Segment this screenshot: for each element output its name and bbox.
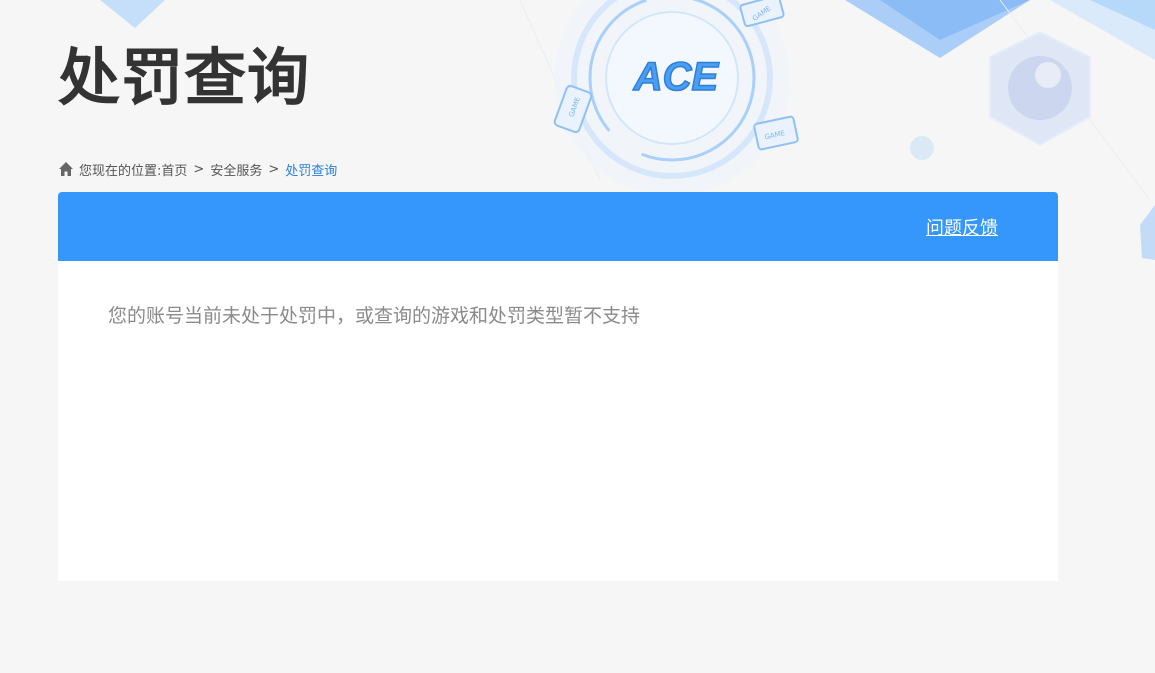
breadcrumb: 您现在的位置: 首页 > 安全服务 > 处罚查询 — [58, 160, 338, 179]
breadcrumb-item-home[interactable]: 首页 — [161, 160, 187, 179]
panel-header: 问题反馈 — [58, 192, 1058, 261]
page-title: 处罚查询 — [58, 41, 311, 114]
home-icon — [59, 162, 73, 176]
game-tag-label: GAME — [764, 129, 786, 141]
game-tag-label: GAME — [751, 4, 773, 22]
panel-body: 您的账号当前未处于处罚中，或查询的游戏和处罚类型暂不支持 — [58, 261, 1058, 371]
breadcrumb-item-current: 处罚查询 — [285, 163, 338, 179]
breadcrumb-item-security-service[interactable]: 安全服务 — [210, 160, 262, 179]
game-tag-label: GAME — [567, 96, 582, 118]
feedback-link[interactable]: 问题反馈 — [926, 214, 998, 240]
status-message: 您的账号当前未处于处罚中，或查询的游戏和处罚类型暂不支持 — [108, 305, 641, 327]
breadcrumb-prefix: 您现在的位置: — [79, 163, 162, 179]
breadcrumb-separator: > — [193, 161, 205, 177]
result-panel: 问题反馈 您的账号当前未处于处罚中，或查询的游戏和处罚类型暂不支持 — [58, 192, 1058, 581]
breadcrumb-separator: > — [268, 161, 280, 177]
